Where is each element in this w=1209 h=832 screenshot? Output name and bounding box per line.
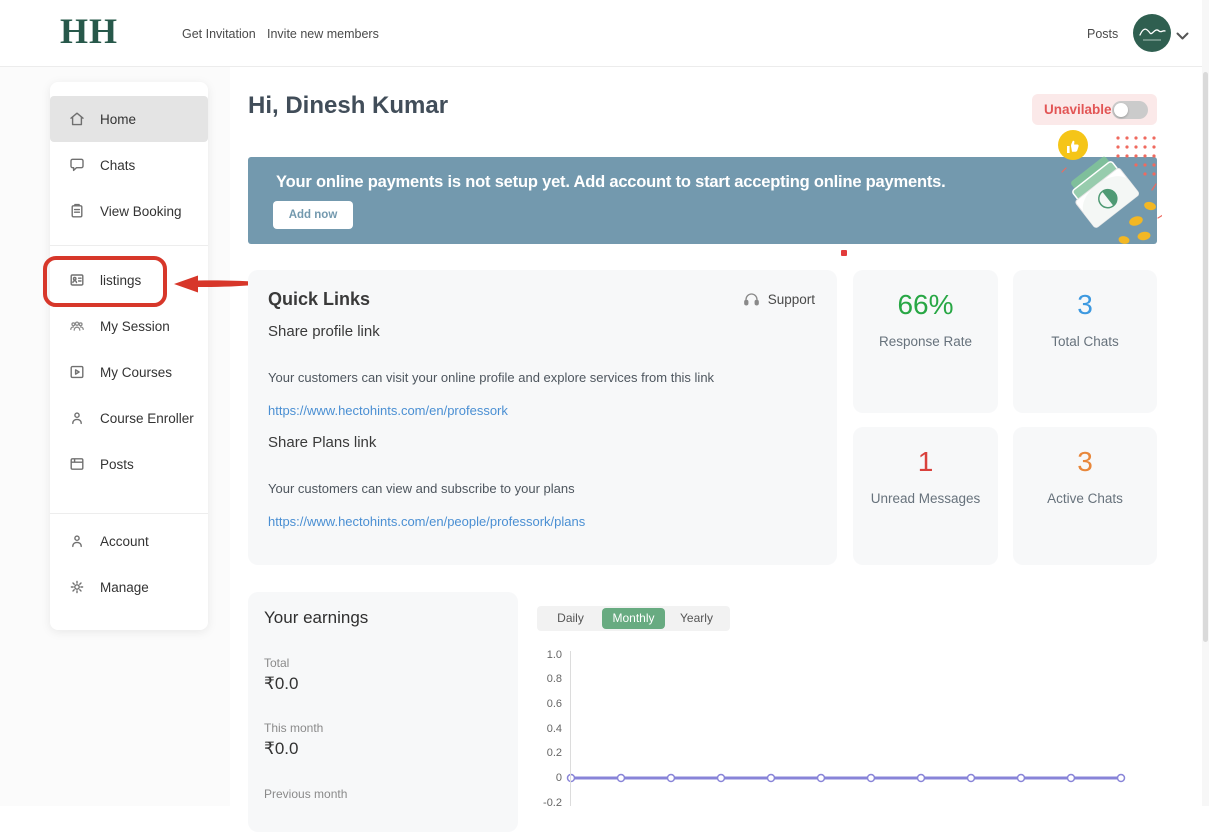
- sidebar-item-label: My Session: [100, 318, 170, 334]
- tab-monthly[interactable]: Monthly: [602, 608, 665, 629]
- sidebar-item-label: View Booking: [100, 203, 182, 219]
- sidebar-item-account[interactable]: Account: [50, 518, 208, 564]
- chat-bubble-icon: [70, 158, 84, 172]
- play-square-icon: [70, 365, 84, 379]
- header-posts-link[interactable]: Posts: [1087, 27, 1118, 41]
- brand-logo[interactable]: HH: [60, 10, 118, 52]
- share-profile-heading: Share profile link: [268, 323, 380, 340]
- share-profile-description: Your customers can visit your online pro…: [268, 370, 715, 385]
- earnings-row-label: This month: [264, 721, 324, 735]
- add-now-button[interactable]: Add now: [273, 201, 353, 229]
- sidebar-divider: [50, 245, 208, 246]
- sidebar-item-label: My Courses: [100, 364, 173, 380]
- window-icon: [70, 458, 84, 470]
- sidebar-item-label: Manage: [100, 579, 149, 595]
- sidebar-item-view-booking[interactable]: View Booking: [50, 188, 208, 234]
- nav-get-invitation[interactable]: Get Invitation: [182, 27, 256, 41]
- scrollbar-thumb[interactable]: [1203, 72, 1208, 642]
- sidebar-item-posts[interactable]: Posts: [50, 441, 208, 487]
- stat-value: 1: [917, 446, 934, 477]
- sidebar-item-label: Chats: [100, 157, 136, 173]
- stat-card-total-chats: 3 Total Chats: [1013, 270, 1157, 413]
- sidebar-item-home[interactable]: Home: [50, 96, 208, 142]
- sidebar-item-label: Posts: [100, 456, 134, 472]
- decoration-dot: [841, 250, 847, 256]
- person-icon: [72, 535, 82, 548]
- sidebar-item-label: listings: [100, 272, 142, 288]
- earnings-row-label: Total: [264, 656, 290, 670]
- page-scrollbar[interactable]: [1202, 0, 1209, 806]
- share-plans-description: Your customers can view and subscribe to…: [268, 481, 575, 496]
- top-header: HH Get Invitation Invite new members Pos…: [0, 0, 1209, 67]
- stat-card-unread-messages: 1 Unread Messages: [853, 427, 998, 565]
- id-badge-icon: [70, 274, 84, 286]
- stat-card-response-rate: 66% Response Rate: [853, 270, 998, 413]
- stat-label: Active Chats: [1047, 491, 1123, 506]
- availability-toggle[interactable]: [1111, 100, 1148, 119]
- quick-links-title: Quick Links: [268, 289, 371, 309]
- gear-icon: [70, 580, 84, 594]
- sidebar-item-course-enroller[interactable]: Course Enroller: [50, 395, 208, 441]
- earnings-row-label: Previous month: [264, 787, 348, 801]
- stat-label: Total Chats: [1051, 334, 1119, 349]
- headset-icon: [743, 293, 759, 306]
- nav-invite-new-members[interactable]: Invite new members: [267, 27, 379, 41]
- sidebar: Home Chats View Booking listings My Sess…: [50, 82, 208, 630]
- tab-yearly[interactable]: Yearly: [665, 608, 728, 629]
- money-illustration: [1040, 126, 1164, 253]
- sidebar-item-listings[interactable]: listings: [50, 257, 208, 303]
- plans-link[interactable]: https://www.hectohints.com/en/people/pro…: [268, 514, 585, 529]
- sidebar-item-label: Account: [100, 533, 149, 549]
- share-plans-heading: Share Plans link: [268, 434, 377, 451]
- user-avatar[interactable]: [1133, 14, 1171, 52]
- earnings-row-value: ₹0.0: [264, 739, 299, 758]
- home-icon: [70, 112, 84, 126]
- chart-y-axis-line: [570, 651, 571, 806]
- sidebar-item-my-session[interactable]: My Session: [50, 303, 208, 349]
- tab-daily[interactable]: Daily: [539, 608, 602, 629]
- stat-card-active-chats: 3 Active Chats: [1013, 427, 1157, 565]
- sidebar-item-chats[interactable]: Chats: [50, 142, 208, 188]
- quick-links-card: Quick Links Support Share profile link Y…: [248, 270, 837, 565]
- toggle-knob: [1113, 102, 1128, 117]
- stat-value: 66%: [897, 289, 954, 320]
- earnings-row-value: ₹0.0: [264, 674, 299, 693]
- people-group-icon: [70, 321, 84, 331]
- availability-label: Unavilable: [1044, 102, 1112, 117]
- sidebar-item-label: Home: [100, 111, 137, 127]
- sidebar-item-manage[interactable]: Manage: [50, 564, 208, 610]
- availability-pill: Unavilable: [1032, 94, 1157, 125]
- clipboard-icon: [71, 203, 83, 218]
- chevron-down-icon[interactable]: [1176, 28, 1189, 46]
- sidebar-divider: [50, 513, 208, 514]
- person-icon: [72, 412, 82, 425]
- chart-period-tabs: Daily Monthly Yearly: [537, 606, 730, 631]
- stat-value: 3: [1077, 289, 1093, 320]
- earnings-title: Your earnings: [264, 608, 369, 627]
- banner-message: Your online payments is not setup yet. A…: [276, 173, 946, 191]
- earnings-card: Your earnings Total ₹0.0 This month ₹0.0…: [248, 592, 518, 832]
- page-title: Hi, Dinesh Kumar: [248, 92, 449, 119]
- support-label: Support: [767, 292, 815, 307]
- support-button[interactable]: Support: [743, 292, 815, 307]
- avatar-signature-icon: [1139, 28, 1166, 41]
- sidebar-item-my-courses[interactable]: My Courses: [50, 349, 208, 395]
- payments-banner: Your online payments is not setup yet. A…: [248, 157, 1157, 244]
- sidebar-item-label: Course Enroller: [100, 410, 194, 426]
- profile-link[interactable]: https://www.hectohints.com/en/professork: [268, 403, 508, 418]
- stat-label: Unread Messages: [870, 491, 981, 506]
- chart-line-series: [566, 773, 1126, 783]
- stat-label: Response Rate: [878, 334, 973, 349]
- stat-value: 3: [1077, 446, 1093, 477]
- earnings-chart: 1.0 0.8 0.6 0.4 0.2 0 -0.2: [530, 645, 1205, 809]
